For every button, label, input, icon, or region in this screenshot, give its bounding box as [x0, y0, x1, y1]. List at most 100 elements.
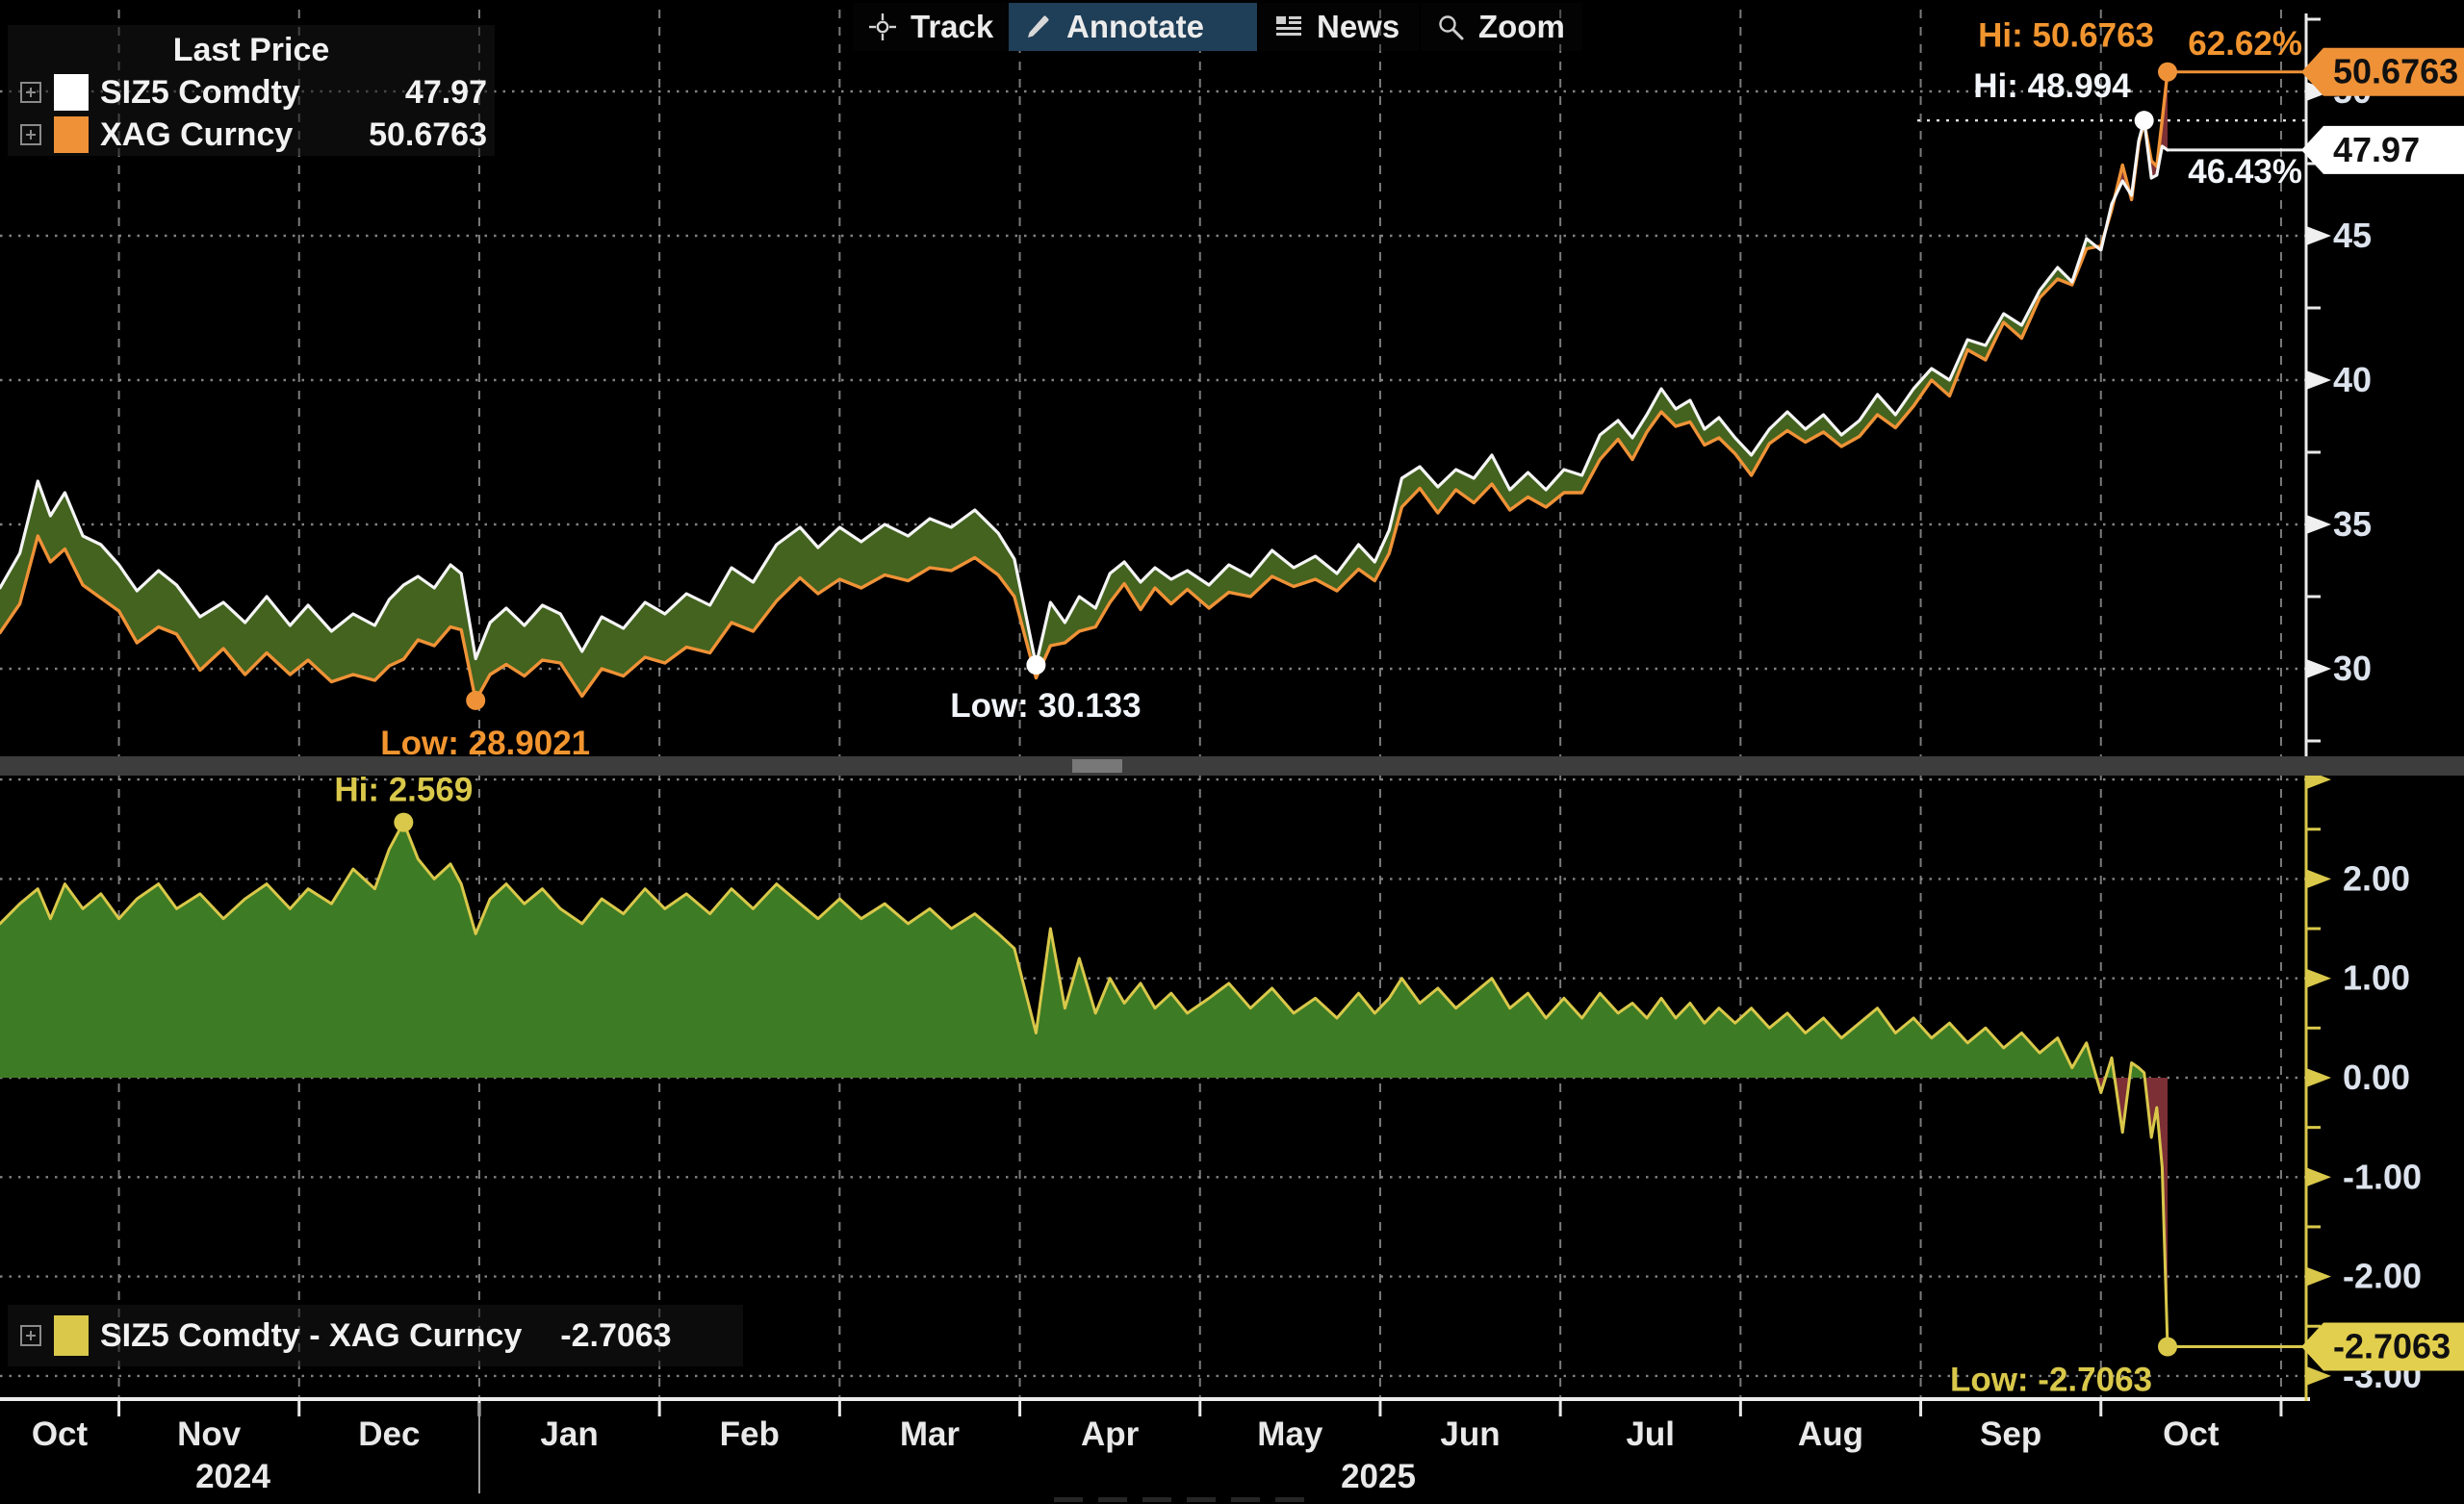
- spread-last-value: -2.7063: [560, 1317, 671, 1355]
- siz5-last-value: 47.97: [405, 74, 487, 112]
- expand-icon[interactable]: [19, 1324, 42, 1347]
- month-label: Apr: [1081, 1415, 1140, 1453]
- year-label: 2025: [1341, 1458, 1416, 1495]
- expand-icon[interactable]: [19, 81, 42, 104]
- spread-tick-label: -1.00: [2343, 1157, 2422, 1196]
- x-axis-tick: [297, 1401, 300, 1416]
- xag-last-value: 50.6763: [369, 116, 487, 154]
- price-minor-tick: [2306, 18, 2321, 21]
- magnifier-icon: [1436, 13, 1465, 41]
- xag-color-swatch: [54, 116, 89, 153]
- x-axis-tick: [1198, 1401, 1201, 1416]
- annotation-text: Hi: 48.994: [1973, 67, 2131, 105]
- bloomberg-chart-window: { "window": {"width": 2560, "height": 15…: [0, 0, 2464, 1504]
- copyright-fragment: [1231, 1497, 1260, 1502]
- annotation-text: Hi: 50.6763: [1978, 17, 2154, 55]
- spread-minor-tick: [2306, 1027, 2321, 1030]
- copyright-fragment: [1098, 1497, 1127, 1502]
- month-label: May: [1257, 1415, 1323, 1453]
- x-axis-tick: [117, 1401, 120, 1416]
- divider-drag-handle[interactable]: [1072, 759, 1122, 773]
- x-axis-tick: [1378, 1401, 1381, 1416]
- price-minor-tick: [2306, 740, 2321, 743]
- annotate-button[interactable]: Annotate: [1009, 3, 1257, 51]
- price-minor-tick: [2306, 307, 2321, 310]
- last-price-tag-value: -2.7063: [2333, 1327, 2451, 1366]
- annotation-dot: [466, 691, 485, 710]
- zoom-button[interactable]: Zoom: [1421, 3, 1582, 51]
- last-price-tag-value: 50.6763: [2333, 52, 2458, 91]
- annotation-dot: [2158, 1338, 2177, 1357]
- spread-tick-label: 2.00: [2343, 858, 2410, 898]
- legend-title: Last Price: [8, 25, 495, 71]
- month-label: Aug: [1798, 1415, 1863, 1453]
- month-label: Jul: [1626, 1415, 1675, 1453]
- spread-tick-arrow: [2306, 1267, 2331, 1287]
- spread-tick-label: 1.00: [2343, 958, 2410, 998]
- annotation-text: 62.62%: [2188, 25, 2302, 63]
- x-axis-tick: [1919, 1401, 1922, 1416]
- price-tick-label: 35: [2333, 504, 2372, 544]
- month-label: Feb: [720, 1415, 780, 1453]
- price-tick-arrow: [2306, 226, 2331, 245]
- price-minor-tick: [2306, 596, 2321, 599]
- price-tick-arrow: [2306, 370, 2331, 390]
- spread-tick-label: -2.00: [2343, 1257, 2422, 1296]
- month-label: Jan: [540, 1415, 598, 1453]
- spread-fill-positive: [0, 239, 2096, 701]
- x-axis-tick: [658, 1401, 661, 1416]
- price-tick-label: 40: [2333, 360, 2372, 399]
- pencil-icon: [1024, 13, 1053, 41]
- annotation-dot: [394, 813, 413, 832]
- news-lines-icon: [1274, 13, 1303, 41]
- annotation-dot: [2135, 111, 2154, 130]
- annotation-text: Low: 28.9021: [380, 725, 590, 762]
- track-button[interactable]: Track: [853, 3, 1011, 51]
- legend-row-xag[interactable]: XAG Curncy 50.6763: [8, 114, 495, 156]
- copyright-fragment: [1142, 1497, 1171, 1502]
- annotation-text: Low: 30.133: [950, 687, 1141, 725]
- price-tick-arrow: [2306, 515, 2331, 534]
- spread-tick-arrow: [2306, 969, 2331, 988]
- annotation-text: Low: -2.7063: [1950, 1362, 2152, 1399]
- spread-tick-label: 0.00: [2343, 1058, 2410, 1097]
- spread-minor-tick: [2306, 1325, 2321, 1328]
- xag-ticker-label: XAG Curncy: [100, 116, 293, 154]
- spread-tick-arrow: [2306, 1068, 2331, 1087]
- month-label: Oct: [32, 1415, 89, 1453]
- siz5-ticker-label: SIZ5 Comdty: [100, 74, 300, 112]
- month-label: Dec: [358, 1415, 420, 1453]
- spread-label: SIZ5 Comdty - XAG Curncy: [100, 1317, 522, 1355]
- news-button[interactable]: News: [1259, 3, 1419, 51]
- legend-row-siz5[interactable]: SIZ5 Comdty 47.97: [8, 71, 495, 114]
- zoom-label: Zoom: [1478, 9, 1565, 45]
- copyright-fragment: [1275, 1497, 1304, 1502]
- price-tick-label: 30: [2333, 649, 2372, 688]
- annotate-label: Annotate: [1066, 9, 1204, 45]
- track-label: Track: [911, 9, 993, 45]
- price-tick-arrow: [2306, 659, 2331, 678]
- annotation-dot: [2158, 63, 2177, 82]
- copyright-fragment: [1187, 1497, 1216, 1502]
- year-label: 2024: [195, 1458, 270, 1495]
- spread-minor-tick: [2306, 1126, 2321, 1129]
- price-tick-label: 45: [2333, 216, 2372, 255]
- crosshair-icon: [868, 13, 897, 41]
- month-label: Jun: [1440, 1415, 1500, 1453]
- price-minor-tick: [2306, 451, 2321, 454]
- spread-minor-tick: [2306, 1225, 2321, 1228]
- x-axis-tick: [2099, 1401, 2102, 1416]
- month-label: Sep: [1980, 1415, 2041, 1453]
- spread-tick-arrow: [2306, 1167, 2331, 1186]
- siz5-comdty-line: [0, 120, 2168, 665]
- spread-legend: SIZ5 Comdty - XAG Curncy -2.7063: [8, 1305, 743, 1366]
- annotation-text: 46.43%: [2188, 153, 2302, 191]
- x-axis-tick: [838, 1401, 841, 1416]
- x-axis-tick: [1559, 1401, 1562, 1416]
- spread-color-swatch: [54, 1315, 89, 1356]
- siz5-color-swatch: [54, 74, 89, 111]
- chart-canvas[interactable]: 50454035302.001.000.00-1.00-2.00-3.0050.…: [0, 0, 2464, 1504]
- legend-row-spread[interactable]: SIZ5 Comdty - XAG Curncy -2.7063: [8, 1305, 743, 1366]
- annotation-dot: [1026, 655, 1045, 675]
- expand-icon[interactable]: [19, 123, 42, 146]
